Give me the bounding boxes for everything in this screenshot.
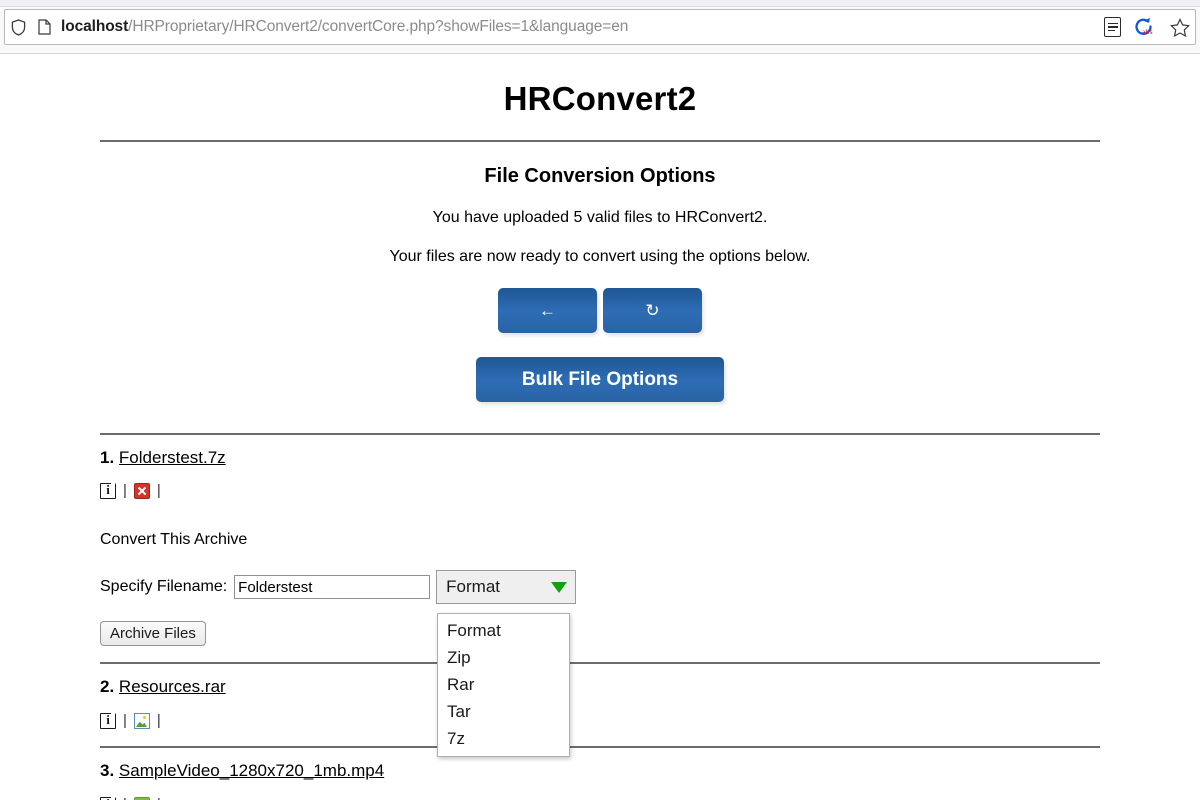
section-title: File Conversion Options: [100, 165, 1100, 188]
file-actions: | |: [100, 467, 1100, 516]
format-dropdown-list[interactable]: Format Zip Rar Tar 7z: [437, 613, 570, 757]
file-name-link[interactable]: SampleVideo_1280x720_1mb.mp4: [119, 761, 384, 780]
address-bar-actions: abs: [1104, 14, 1195, 40]
file-name-link[interactable]: Resources.rar: [119, 677, 226, 696]
archive-files-button[interactable]: Archive Files: [100, 621, 206, 646]
reader-mode-icon[interactable]: [1104, 17, 1121, 37]
info-icon[interactable]: [100, 797, 116, 800]
filename-input[interactable]: [234, 575, 430, 599]
file-entry-1: 1. Folderstest.7z | | Convert This Archi…: [100, 435, 1100, 665]
info-icon[interactable]: [100, 713, 116, 729]
file-title: 3. SampleVideo_1280x720_1mb.mp4: [100, 748, 1100, 781]
file-index: 3.: [100, 761, 114, 780]
tab-strip-edge: [0, 0, 1200, 7]
page-body: HRConvert2 File Conversion Options You h…: [0, 54, 1200, 800]
file-title: 2. Resources.rar: [100, 664, 1100, 697]
format-option-rar[interactable]: Rar: [438, 671, 569, 698]
format-option-7z[interactable]: 7z: [438, 725, 569, 752]
action-separator: |: [157, 483, 161, 499]
convert-archive-heading: Convert This Archive: [100, 516, 1100, 549]
page-title: HRConvert2: [100, 79, 1100, 119]
file-actions: | |: [100, 697, 1100, 746]
video-play-icon[interactable]: [134, 797, 150, 800]
action-separator: |: [123, 483, 127, 499]
file-entry-2: 2. Resources.rar | |: [100, 664, 1100, 748]
ready-message-text: Your files are now ready to convert usin…: [100, 248, 1100, 266]
file-actions: | |: [100, 781, 1100, 800]
action-separator: |: [123, 713, 127, 729]
file-index: 1.: [100, 448, 114, 467]
browser-chrome: localhost/HRProprietary/HRConvert2/conve…: [0, 0, 1200, 54]
info-icon[interactable]: [100, 483, 116, 499]
header-divider: [100, 140, 1100, 142]
shield-icon[interactable]: [5, 14, 31, 40]
star-bookmark-icon[interactable]: [1167, 14, 1193, 40]
url-text[interactable]: localhost/HRProprietary/HRConvert2/conve…: [57, 18, 1104, 36]
file-entry-3: 3. SampleVideo_1280x720_1mb.mp4 | |: [100, 748, 1100, 800]
nav-button-row: ← ↻: [100, 288, 1100, 333]
page-icon[interactable]: [31, 14, 57, 40]
refresh-button[interactable]: ↻: [603, 288, 702, 333]
file-index: 2.: [100, 677, 114, 696]
format-option-format[interactable]: Format: [438, 617, 569, 644]
format-select-value: Format: [446, 577, 551, 597]
archive-submit-row: Archive Files: [100, 604, 1100, 662]
action-separator: |: [123, 797, 127, 800]
format-option-tar[interactable]: Tar: [438, 698, 569, 725]
address-bar[interactable]: localhost/HRProprietary/HRConvert2/conve…: [4, 9, 1196, 45]
filename-row: Specify Filename: Format: [100, 549, 1100, 604]
action-separator: |: [157, 797, 161, 800]
upload-status-text: You have uploaded 5 valid files to HRCon…: [100, 209, 1100, 227]
format-select[interactable]: Format: [436, 570, 576, 604]
back-button[interactable]: ←: [498, 288, 597, 333]
svg-text:abs: abs: [1142, 29, 1153, 36]
image-preview-icon[interactable]: [134, 713, 150, 729]
delete-icon[interactable]: [134, 483, 150, 499]
page-content: HRConvert2 File Conversion Options You h…: [100, 54, 1100, 800]
file-name-link[interactable]: Folderstest.7z: [119, 448, 226, 467]
action-separator: |: [157, 713, 161, 729]
bulk-file-options-button[interactable]: Bulk File Options: [476, 357, 724, 402]
format-option-zip[interactable]: Zip: [438, 644, 569, 671]
filename-label: Specify Filename:: [100, 578, 227, 596]
reload-icon[interactable]: abs: [1131, 14, 1157, 40]
file-title: 1. Folderstest.7z: [100, 435, 1100, 468]
chevron-down-icon: [551, 582, 567, 593]
